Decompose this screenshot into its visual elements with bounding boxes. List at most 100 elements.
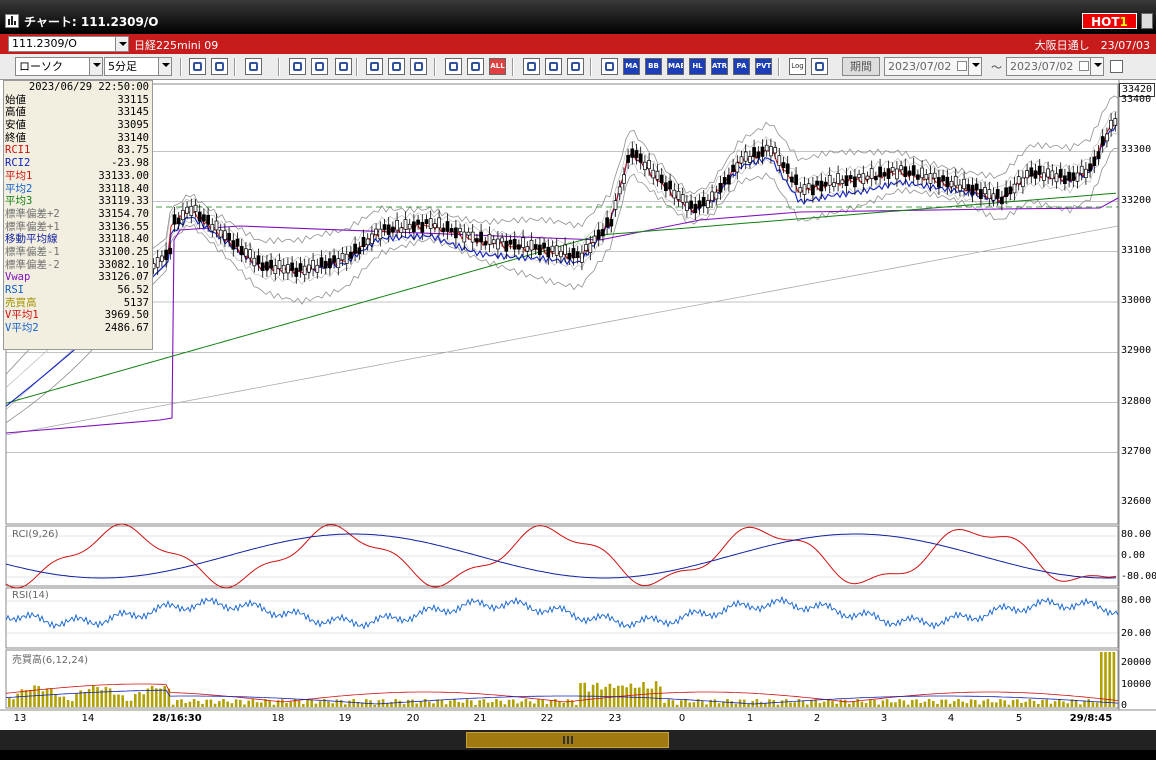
toolbar-separator bbox=[434, 58, 436, 76]
volume-bar bbox=[344, 704, 347, 707]
log-icon[interactable]: Log bbox=[789, 58, 806, 75]
candle-body bbox=[311, 259, 315, 270]
candle-body bbox=[550, 245, 555, 252]
chevron-down-icon[interactable] bbox=[115, 37, 128, 51]
volume-bar bbox=[604, 686, 607, 707]
candle-body bbox=[1071, 172, 1076, 181]
export-icon[interactable] bbox=[811, 58, 828, 75]
info-row-value: 56.52 bbox=[117, 284, 149, 297]
time-axis-label: 29/8:45 bbox=[1069, 713, 1113, 724]
undo-icon[interactable] bbox=[410, 58, 427, 75]
hl-icon[interactable]: HL bbox=[689, 58, 706, 75]
info-row-value: 33145 bbox=[117, 106, 149, 119]
settings-icon[interactable] bbox=[523, 58, 540, 75]
chevron-down-icon[interactable] bbox=[89, 58, 102, 75]
calendar-icon[interactable] bbox=[1079, 61, 1089, 71]
chart-canvas[interactable] bbox=[0, 80, 1156, 730]
volume-bar bbox=[1020, 702, 1023, 707]
volume-bar bbox=[428, 701, 431, 707]
candle-body bbox=[1037, 165, 1042, 175]
volume-bar bbox=[1003, 700, 1006, 707]
chart-area[interactable]: 2023/06/29 22:50:00 始値 33115 高値 33145 安値 3309… bbox=[0, 80, 1156, 760]
time-axis-label: 23 bbox=[608, 713, 622, 724]
brush-icon[interactable] bbox=[545, 58, 562, 75]
volume-bar bbox=[226, 701, 229, 707]
candle-body bbox=[1012, 183, 1017, 194]
candle-body bbox=[819, 180, 824, 192]
zoom-in-icon[interactable] bbox=[189, 58, 206, 75]
volume-bar bbox=[999, 699, 1002, 707]
candle-body bbox=[693, 203, 698, 214]
candle-icon[interactable] bbox=[445, 58, 462, 75]
volume-bar bbox=[575, 704, 578, 707]
candle-body bbox=[655, 170, 660, 180]
candle-body bbox=[386, 224, 391, 235]
pointer-icon[interactable] bbox=[388, 58, 405, 75]
info-row-value: 33154.70 bbox=[98, 207, 149, 220]
volume-bar bbox=[398, 700, 402, 707]
volume-bar bbox=[222, 699, 225, 707]
bb-icon[interactable]: BB bbox=[645, 58, 662, 75]
zoom-out-icon[interactable] bbox=[245, 58, 262, 75]
volume-bar bbox=[1087, 699, 1090, 707]
date-to-field[interactable]: 2023/07/02 bbox=[1006, 57, 1104, 76]
window-menu-button[interactable] bbox=[1141, 13, 1153, 29]
chevron-down-icon[interactable] bbox=[1090, 58, 1103, 75]
volume-bar bbox=[554, 699, 557, 707]
volume-bar bbox=[579, 683, 582, 707]
candle-body bbox=[840, 179, 845, 184]
candle-body bbox=[848, 175, 853, 180]
volume-bar bbox=[797, 699, 801, 707]
scrollbar-thumb[interactable] bbox=[466, 732, 669, 748]
bollinger-icon[interactable] bbox=[601, 58, 618, 75]
chart-type-select[interactable]: ローソク bbox=[15, 57, 103, 76]
volume-bar bbox=[16, 693, 19, 707]
candle-body bbox=[1042, 172, 1046, 181]
candle-body bbox=[706, 200, 710, 209]
bar-chart-icon[interactable] bbox=[289, 58, 306, 75]
candle-body bbox=[995, 189, 1000, 199]
calendar-icon[interactable] bbox=[957, 61, 967, 71]
chevron-down-icon[interactable] bbox=[158, 58, 171, 75]
info-row-value: 5137 bbox=[123, 296, 149, 309]
chevron-down-icon[interactable] bbox=[968, 58, 981, 75]
color-icon[interactable] bbox=[567, 58, 584, 75]
pvt-icon[interactable]: PVT bbox=[755, 58, 772, 75]
ma-icon[interactable]: MA bbox=[623, 58, 640, 75]
volume-bar bbox=[533, 703, 536, 707]
crosshair-icon[interactable] bbox=[211, 58, 228, 75]
chart-type-value: ローソク bbox=[19, 60, 63, 73]
candle-body bbox=[907, 170, 912, 176]
volume-bar bbox=[1032, 700, 1036, 707]
info-row-label: RCI2 bbox=[5, 157, 31, 170]
date-from-field[interactable]: 2023/07/02 bbox=[884, 57, 982, 76]
volume-bar bbox=[936, 703, 939, 707]
para-icon[interactable]: PA RA bbox=[733, 58, 750, 75]
candle-body bbox=[462, 231, 467, 243]
mae-icon[interactable]: MAE bbox=[667, 58, 684, 75]
toolbar-separator bbox=[778, 58, 780, 76]
candle-body bbox=[357, 247, 362, 255]
info-row-value: 33119.33 bbox=[98, 195, 149, 208]
grid-icon[interactable] bbox=[335, 58, 352, 75]
contract-name: 日経225mini 09 bbox=[134, 39, 219, 52]
volume-bar bbox=[776, 704, 780, 707]
range-checkbox[interactable] bbox=[1110, 60, 1123, 73]
expand-icon[interactable] bbox=[311, 58, 328, 75]
candle2-icon[interactable] bbox=[467, 58, 484, 75]
chart-scrollbar[interactable] bbox=[0, 730, 1156, 750]
volume-pane-label: 売買高(6,12,24) bbox=[12, 655, 88, 666]
all-icon[interactable]: ALL bbox=[489, 58, 506, 75]
volume-bar bbox=[894, 702, 897, 707]
hot-badge[interactable]: HOT1 bbox=[1082, 13, 1137, 29]
volume-bar bbox=[50, 688, 53, 707]
symbol-code-combo[interactable]: 111.2309/O bbox=[8, 36, 129, 52]
period-button[interactable]: 期間 bbox=[842, 57, 880, 76]
ma1-line bbox=[149, 120, 1117, 275]
pencil-icon[interactable] bbox=[366, 58, 383, 75]
atr-icon[interactable]: ATR bbox=[711, 58, 728, 75]
volume-bar bbox=[66, 700, 70, 707]
interval-select[interactable]: 5分足 bbox=[104, 57, 172, 76]
info-rows: 始値 33115 高値 33145 安値 33095 終値 33140 RCI1 83.75 RCI… bbox=[4, 94, 152, 335]
volume-bar bbox=[75, 693, 78, 707]
